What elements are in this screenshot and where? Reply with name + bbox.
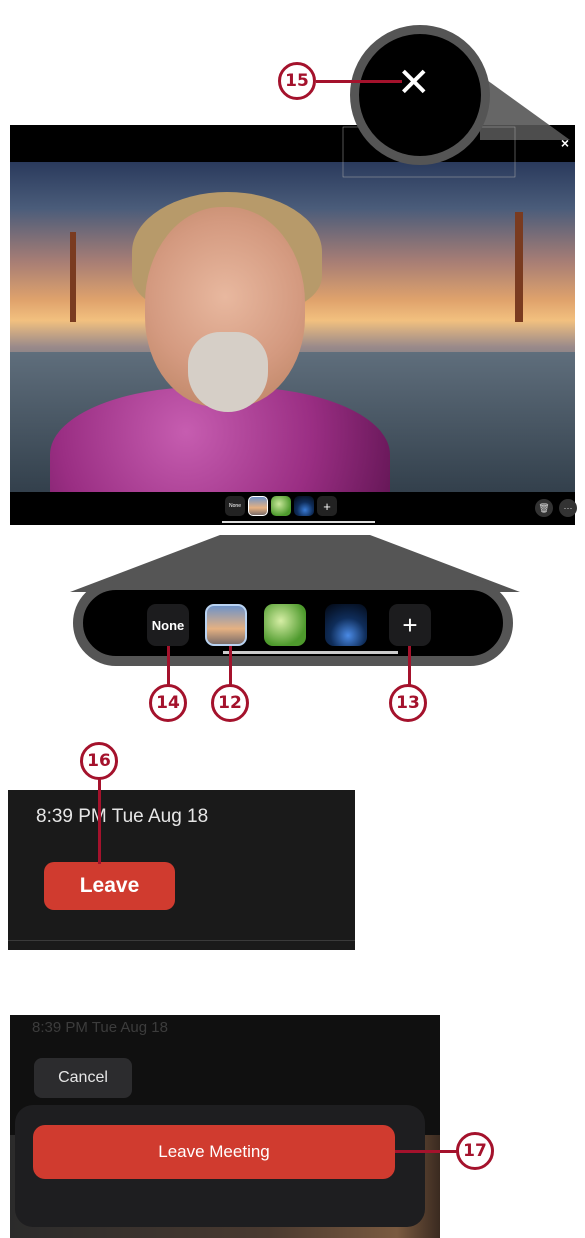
leave-panel: 8:39 PM Tue Aug 18 Leave	[8, 790, 355, 950]
callout-14: 14	[149, 684, 187, 722]
trash-icon[interactable]: 🗑	[535, 499, 553, 517]
leave-meeting-button[interactable]: Leave Meeting	[33, 1125, 395, 1179]
more-icon[interactable]: ···	[559, 499, 577, 517]
bridge-tower-left	[70, 232, 76, 322]
leave-button[interactable]: Leave	[44, 862, 175, 910]
none-background-button[interactable]: None	[147, 604, 189, 646]
callout-13: 13	[389, 684, 427, 722]
grass-background-button[interactable]	[264, 604, 306, 646]
callout-17-leader	[395, 1150, 457, 1153]
add-background-button[interactable]: +	[389, 604, 431, 646]
callout-15: 15	[278, 62, 316, 100]
background-thumbnail-strip: None +	[225, 496, 337, 516]
thumb-grass-button[interactable]	[271, 496, 291, 516]
callout-12-leader	[229, 646, 232, 688]
thumb-earth-button[interactable]	[294, 496, 314, 516]
bridge-tower	[515, 212, 523, 322]
thumb-add-button[interactable]: +	[317, 496, 337, 516]
virtual-background-photo	[10, 162, 575, 492]
cancel-button[interactable]: Cancel	[34, 1058, 132, 1098]
close-icon-zoomed[interactable]: ✕	[397, 60, 431, 106]
callout-17: 17	[456, 1132, 494, 1170]
person-beard	[188, 332, 268, 412]
bridge-background-button[interactable]	[205, 604, 247, 646]
leave-meeting-sheet-screen: 8:39 PM Tue Aug 18 Cancel Leave Meeting	[10, 1015, 440, 1238]
callout-13-leader	[408, 646, 411, 688]
video-preview-screen: × None + 🗑 ···	[10, 125, 577, 525]
time-date-label: 8:39 PM Tue Aug 18	[36, 806, 209, 827]
callout-15-leader	[316, 80, 402, 83]
callout-16: 16	[80, 742, 118, 780]
time-date-label-dim: 8:39 PM Tue Aug 18	[32, 1019, 168, 1036]
callout-16-leader	[98, 778, 101, 864]
thumb-bridge-button[interactable]	[248, 496, 268, 516]
callout-12: 12	[211, 684, 249, 722]
zoomed-strip-indicator	[223, 651, 398, 654]
callout-14-leader	[167, 646, 170, 688]
thumb-none-button[interactable]: None	[225, 496, 245, 516]
divider	[8, 940, 355, 941]
earth-background-button[interactable]	[325, 604, 367, 646]
